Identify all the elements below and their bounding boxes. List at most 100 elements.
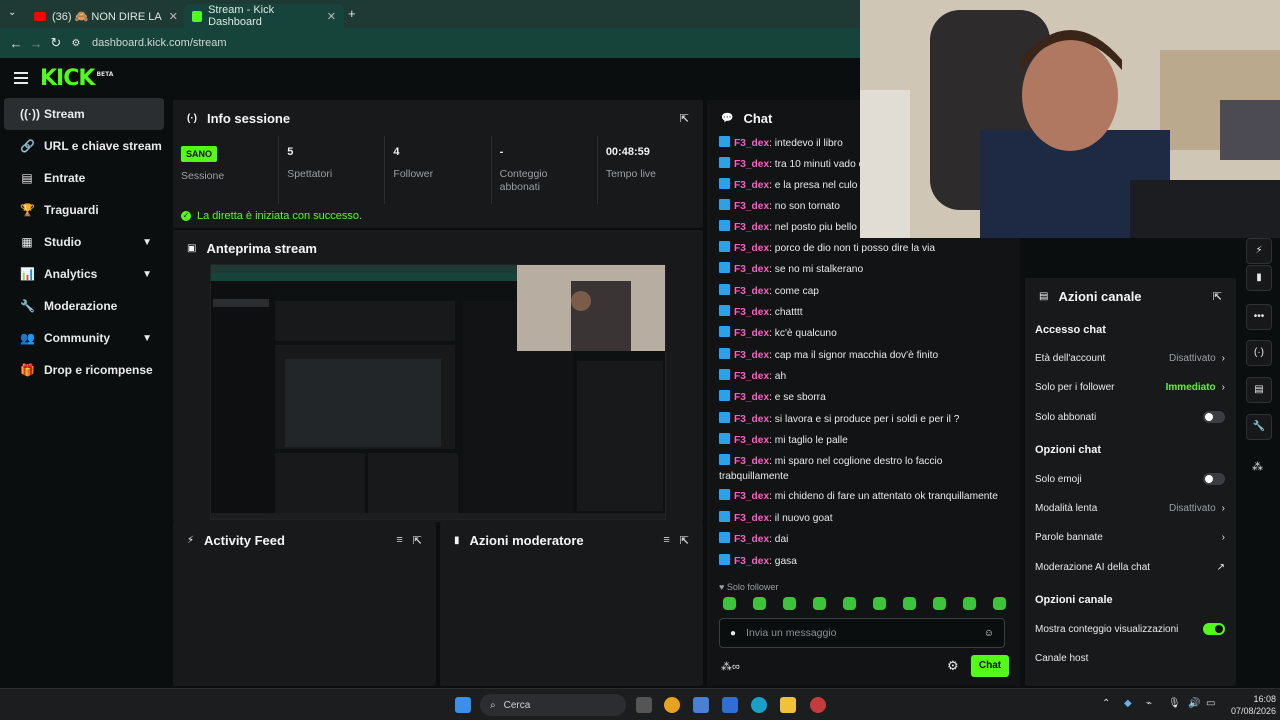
task-view-icon[interactable] <box>636 697 652 713</box>
chat-message[interactable]: F3_dex: il nuovo goat <box>719 511 1009 526</box>
chat-message[interactable]: F3_dex: se no mi stalkerano <box>719 262 1009 277</box>
chat-send-button[interactable]: Chat <box>971 655 1009 677</box>
popout-icon[interactable]: ⇱ <box>680 534 689 547</box>
chat-message[interactable]: F3_dex: dai <box>719 532 1009 547</box>
mail-icon[interactable] <box>722 697 738 713</box>
sidebar-item-traguardi[interactable]: 🏆 Traguardi <box>4 194 164 226</box>
tab-kick-dashboard[interactable]: Stream - Kick Dashboard ✕ <box>184 4 344 28</box>
emote-icon[interactable] <box>933 597 946 610</box>
clipboard-icon[interactable]: ▮ <box>1246 265 1272 291</box>
chat-message[interactable]: F3_dex: mi taglio le palle <box>719 433 1009 448</box>
chat-username[interactable]: F3_dex <box>734 138 769 149</box>
sidebar-item-drops[interactable]: 🎁 Drop e ricompense <box>4 354 164 386</box>
chat-username[interactable]: F3_dex <box>734 392 769 403</box>
show-view-count-toggle[interactable] <box>1203 623 1225 635</box>
sidebar-item-stream[interactable]: ((·)) Stream <box>4 98 164 130</box>
reload-icon[interactable]: ↻ <box>46 35 66 51</box>
network-icon[interactable]: ⌁ <box>1146 698 1152 709</box>
chat-message[interactable]: F3_dex: gasa <box>719 554 1009 569</box>
channel-icon[interactable]: ▤ <box>1246 377 1272 403</box>
chat-username[interactable]: F3_dex <box>734 534 769 545</box>
tab-youtube[interactable]: (36) 🙈 NON DIRE LA STESSA P ✕ <box>26 4 186 28</box>
folder-icon[interactable] <box>780 697 796 713</box>
chat-username[interactable]: F3_dex <box>734 435 769 446</box>
store-icon[interactable] <box>693 697 709 713</box>
chat-username[interactable]: F3_dex <box>734 371 769 382</box>
microphone-icon[interactable]: 🎙 <box>1168 698 1181 709</box>
chat-username[interactable]: F3_dex <box>734 456 769 467</box>
close-tab-icon[interactable]: ✕ <box>169 10 178 23</box>
popout-icon[interactable]: ⇱ <box>1213 290 1222 303</box>
tray-chevron-icon[interactable]: ⌃ <box>1102 698 1110 709</box>
chat-message[interactable]: F3_dex: mi chideno di fare un attentato … <box>719 489 1009 504</box>
gear-icon[interactable]: ⚙ <box>947 658 959 674</box>
chrome-icon[interactable] <box>664 697 680 713</box>
subscribers-only-toggle[interactable] <box>1203 411 1225 423</box>
followers-only-row[interactable]: Solo per i follower Immediato › <box>1035 377 1225 397</box>
wrench-icon[interactable]: 🔧 <box>1246 414 1272 440</box>
infinity-icon[interactable]: ⁂∞ <box>721 660 740 673</box>
host-channel-row[interactable]: Canale host <box>1035 648 1225 668</box>
emote-icon[interactable] <box>723 597 736 610</box>
chat-message[interactable]: F3_dex: mi sparo nel coglione destro lo … <box>719 454 1009 484</box>
sidebar-item-analytics[interactable]: 📊 Analytics ▼ <box>4 258 164 290</box>
chat-message[interactable]: F3_dex: chatttt <box>719 305 1009 320</box>
forward-icon[interactable]: → <box>26 36 46 51</box>
new-tab-button[interactable]: + <box>348 6 356 21</box>
lightning-icon[interactable]: ⚡ <box>1246 238 1272 264</box>
chat-message[interactable]: F3_dex: porco de dio non ti posso dire l… <box>719 241 1009 256</box>
close-tab-icon[interactable]: ✕ <box>327 10 336 23</box>
account-age-row[interactable]: Età dell'account Disattivato › <box>1035 348 1225 368</box>
emote-icon[interactable] <box>753 597 766 610</box>
chat-username[interactable]: F3_dex <box>734 201 769 212</box>
chat-message[interactable]: F3_dex: ah <box>719 369 1009 384</box>
windows-start-icon[interactable] <box>455 697 471 713</box>
emote-icon[interactable] <box>963 597 976 610</box>
chat-message[interactable]: F3_dex: kc'è qualcuno <box>719 326 1009 341</box>
chat-username[interactable]: F3_dex <box>734 222 769 233</box>
chat-username[interactable]: F3_dex <box>734 513 769 524</box>
speaker-icon[interactable]: 🔊 <box>1188 698 1200 709</box>
back-icon[interactable]: ← <box>6 36 26 51</box>
taskbar-search[interactable]: ⌕ Cerca <box>480 694 626 716</box>
sidebar-item-community[interactable]: 👥 Community ▼ <box>4 322 164 354</box>
emote-icon[interactable] <box>783 597 796 610</box>
chat-username[interactable]: F3_dex <box>734 264 769 275</box>
emote-icon[interactable] <box>993 597 1006 610</box>
filter-icon[interactable]: ≡ <box>396 534 402 546</box>
chat-username[interactable]: F3_dex <box>734 243 769 254</box>
chat-username[interactable]: F3_dex <box>734 414 769 425</box>
chat-username[interactable]: F3_dex <box>734 328 769 339</box>
system-clock[interactable]: 16:08 07/08/2026 <box>1224 693 1276 717</box>
emote-icon[interactable] <box>813 597 826 610</box>
emote-icon[interactable] <box>903 597 916 610</box>
chat-username[interactable]: F3_dex <box>734 159 769 170</box>
chat-message[interactable]: F3_dex: cap ma il signor macchia dov'è f… <box>719 348 1009 363</box>
chat-username[interactable]: F3_dex <box>734 180 769 191</box>
emote-icon[interactable] <box>843 597 856 610</box>
emote-icon[interactable] <box>873 597 886 610</box>
emoji-only-toggle[interactable] <box>1203 473 1225 485</box>
chat-username[interactable]: F3_dex <box>734 350 769 361</box>
sidebar-item-moderazione[interactable]: 🔧 Moderazione <box>4 290 164 322</box>
chat-username[interactable]: F3_dex <box>734 491 769 502</box>
chat-message[interactable]: F3_dex: come cap <box>719 284 1009 299</box>
chat-message[interactable]: F3_dex: e se sborra <box>719 390 1009 405</box>
chat-bubble-icon[interactable]: ••• <box>1246 304 1272 330</box>
menu-icon[interactable] <box>14 69 28 87</box>
tab-list-chevron-icon[interactable]: ⌄ <box>8 7 16 18</box>
banned-words-row[interactable]: Parole bannate › <box>1035 527 1225 547</box>
chat-message[interactable]: F3_dex: si lavora e si produce per i sol… <box>719 412 1009 427</box>
edge-icon[interactable] <box>751 697 767 713</box>
broadcast-icon[interactable]: (·) <box>1246 340 1272 366</box>
kick-logo[interactable]: KICK BETA <box>40 66 113 91</box>
battery-icon[interactable]: ▭ <box>1206 698 1215 709</box>
tray-app-icon[interactable]: ◆ <box>1124 698 1132 709</box>
chat-username[interactable]: F3_dex <box>734 286 769 297</box>
sidebar-item-url[interactable]: 🔗 URL e chiave stream <box>4 130 164 162</box>
ai-moderation-row[interactable]: Moderazione AI della chat ↗ <box>1035 557 1225 577</box>
popout-icon[interactable]: ⇱ <box>413 534 422 547</box>
url-field[interactable]: dashboard.kick.com/stream <box>92 37 227 49</box>
stream-preview-video[interactable] <box>210 264 666 520</box>
chat-username[interactable]: F3_dex <box>734 307 769 318</box>
